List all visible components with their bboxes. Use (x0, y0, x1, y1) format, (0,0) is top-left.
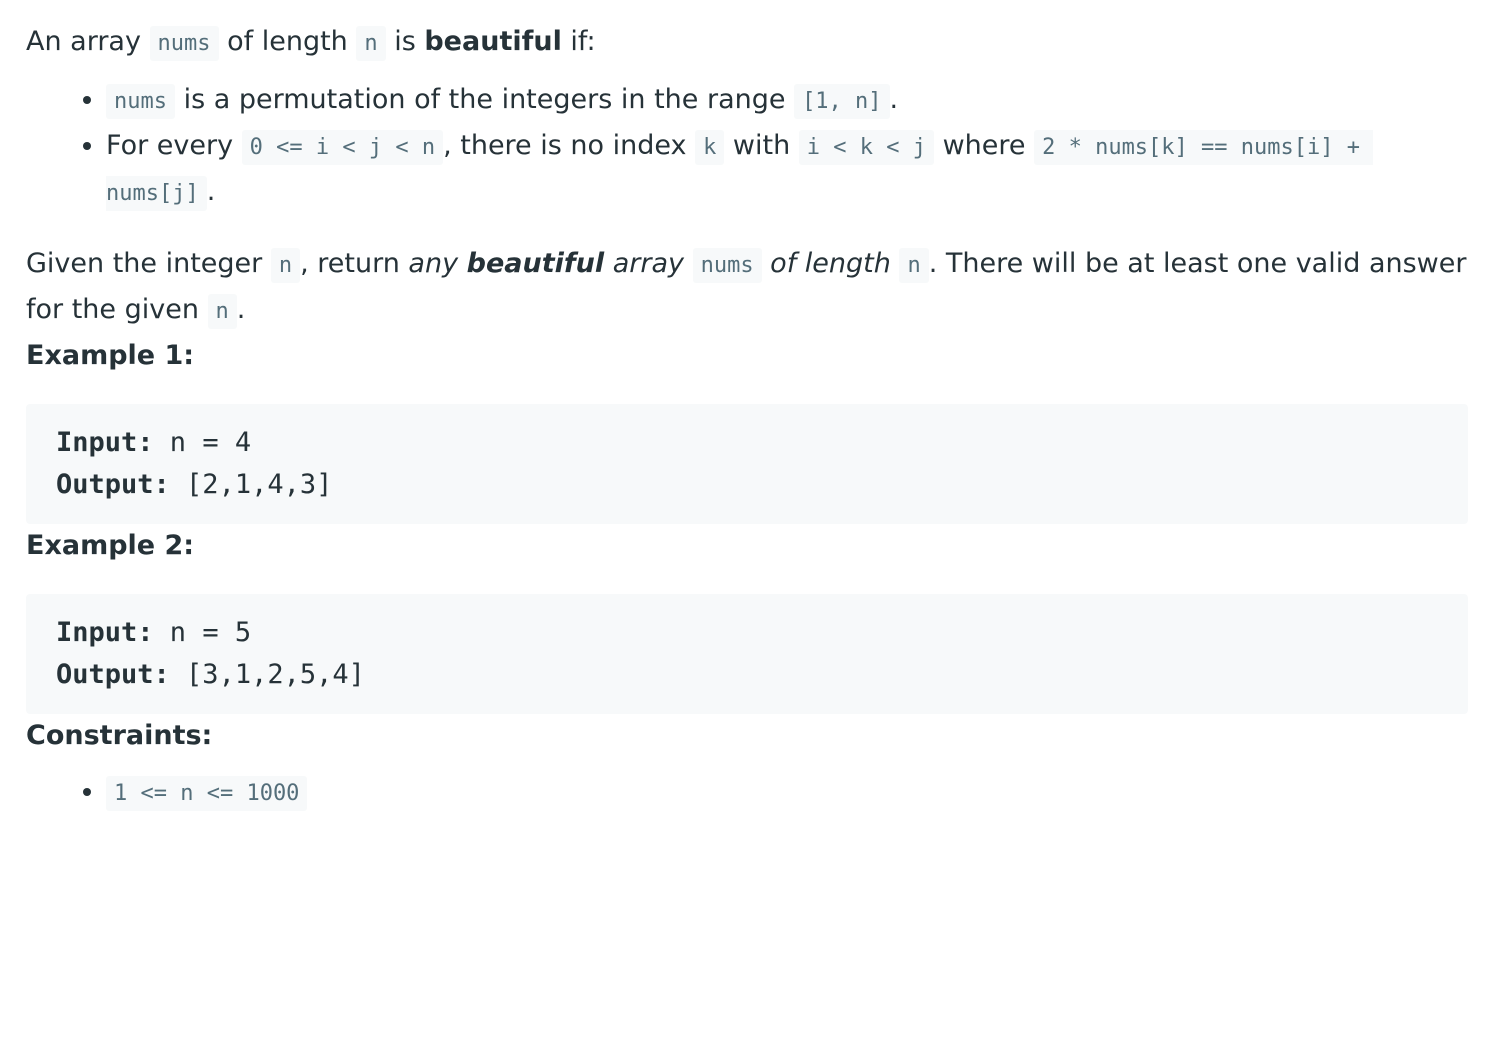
intro-text: of length (218, 26, 357, 57)
intro-paragraph: An array nums of length n is beautiful i… (26, 20, 1468, 66)
intro-text: An array (26, 26, 150, 57)
condition-item-no-index: For every 0 <= i < j < n, there is no in… (106, 124, 1468, 216)
output-value: [2,1,4,3] (169, 469, 333, 500)
condition-text: . (889, 84, 899, 115)
condition-text: For every (106, 130, 242, 161)
inline-code-nums: nums (106, 84, 175, 119)
inline-code-n: n (899, 248, 929, 283)
problem-description: An array nums of length n is beautiful i… (26, 20, 1468, 816)
condition-text: where (934, 130, 1035, 161)
emphasis-beautiful: beautiful (466, 248, 605, 279)
condition-text: , there is no index (443, 130, 696, 161)
constraints-title: Constraints: (26, 720, 213, 751)
inline-code-n: n (356, 26, 386, 61)
task-text: Given the integer (26, 248, 271, 279)
input-label: Input: (56, 427, 154, 458)
output-label: Output: (56, 469, 170, 500)
intro-text: is (385, 26, 425, 57)
input-value: n = 4 (153, 427, 252, 458)
example-1-box: Input: n = 4 Output: [2,1,4,3] (26, 404, 1468, 524)
input-label: Input: (56, 617, 154, 648)
condition-text: with (724, 130, 799, 161)
inline-code-ij-range: 0 <= i < j < n (241, 130, 444, 165)
inline-code-n: n (270, 248, 301, 283)
task-text: , return (300, 248, 409, 279)
emphasis-of-length: of length (770, 248, 891, 279)
condition-item-permutation: nums is a permutation of the integers in… (106, 78, 1468, 124)
conditions-list: nums is a permutation of the integers in… (26, 78, 1468, 216)
example-2-title: Example 2: (26, 530, 195, 561)
inline-code-n: n (207, 294, 237, 329)
inline-code-k-range: i < k < j (798, 130, 934, 165)
intro-text: if: (561, 26, 596, 57)
inline-code-range: [1, n] (794, 84, 890, 119)
emphasis-beautiful: beautiful (424, 26, 562, 57)
input-value: n = 5 (153, 617, 252, 648)
constraints-list: 1 <= n <= 1000 (26, 770, 1468, 816)
example-1-title: Example 1: (26, 340, 195, 371)
inline-code-nums: nums (692, 248, 762, 283)
task-text: . (236, 294, 246, 325)
constraint-item: 1 <= n <= 1000 (106, 770, 1468, 816)
inline-code-nums: nums (149, 26, 219, 61)
condition-text: . (206, 176, 216, 207)
example-2-box: Input: n = 5 Output: [3,1,2,5,4] (26, 594, 1468, 714)
inline-code-constraint: 1 <= n <= 1000 (106, 776, 308, 811)
condition-text: is a permutation of the integers in the … (174, 84, 795, 115)
emphasis-any: any (408, 248, 459, 279)
output-label: Output: (56, 659, 170, 690)
emphasis-array: array (612, 248, 684, 279)
output-value: [3,1,2,5,4] (169, 659, 365, 690)
inline-code-k: k (695, 130, 725, 165)
task-paragraph: Given the integer n, return any beautifu… (26, 242, 1468, 334)
